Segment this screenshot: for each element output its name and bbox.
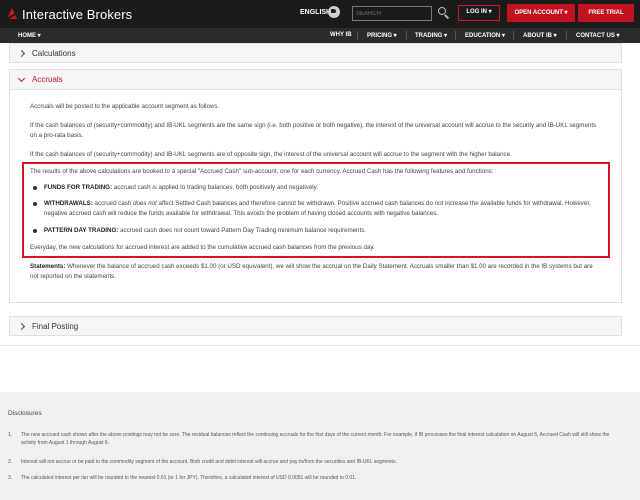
- nav-education[interactable]: EDUCATION ▾: [465, 32, 505, 39]
- section-divider: [0, 345, 640, 346]
- free-trial-button[interactable]: FREE TRIAL: [578, 4, 634, 22]
- accruals-intro: Accruals will be posted to the applicabl…: [30, 103, 220, 110]
- search-input[interactable]: [352, 6, 432, 21]
- feature-emphasis: not: [434, 200, 444, 207]
- feature-text: accrued cash: [118, 227, 159, 234]
- final-posting-title: Final Posting: [32, 322, 79, 331]
- disclosure-item: 1. The new accrued cash shown after the …: [8, 431, 623, 447]
- ib-logo[interactable]: Interactive Brokers: [6, 6, 132, 22]
- bullet-icon: [33, 202, 37, 206]
- accruals-title: Accruals: [32, 75, 63, 84]
- accrued-cash-intro: The results of the above calculations ar…: [30, 168, 494, 175]
- disclosure-text: The calculated interest per tier will be…: [21, 475, 357, 481]
- bullet-icon: [33, 229, 37, 233]
- nav-pricing[interactable]: PRICING ▾: [367, 32, 397, 39]
- login-button[interactable]: LOG IN ▾: [458, 5, 500, 21]
- feature-text: count toward Pattern Day Trading minimum…: [182, 227, 367, 234]
- logo-text: Interactive Brokers: [22, 6, 133, 22]
- nav-about-ib[interactable]: ABOUT IB ▾: [523, 32, 557, 39]
- accruals-statements: Statements: Whenever the balance of accr…: [30, 262, 600, 282]
- language-selector[interactable]: ENGLISH: [300, 9, 331, 16]
- nav-trading[interactable]: TRADING ▾: [415, 32, 447, 39]
- nav-separator: [513, 31, 514, 40]
- feature-text: affect Settled Cash balances and therefo…: [156, 200, 435, 207]
- feature-withdrawals: WITHDRAWALS: accrued cash does not affec…: [44, 199, 599, 219]
- calculations-section-header[interactable]: Calculations: [9, 43, 622, 63]
- feature-term: WITHDRAWALS:: [44, 200, 93, 207]
- nav-why-ib[interactable]: WHY IB: [330, 32, 352, 38]
- top-bar: Interactive Brokers ENGLISH LOG IN ▾ OPE…: [0, 0, 640, 28]
- feature-term: PATTERN DAY TRADING:: [44, 227, 119, 234]
- disclosure-text: Interest will not accrue or be paid to t…: [21, 459, 397, 465]
- disclosures-title: Disclosures: [8, 410, 42, 417]
- feature-text: accrued cash: [92, 200, 134, 207]
- login-caret: ▾: [488, 9, 492, 15]
- bullet-icon: [33, 186, 37, 190]
- feature-emphasis: does not: [133, 200, 157, 207]
- nav-separator: [406, 31, 407, 40]
- search-icon[interactable]: [437, 6, 450, 19]
- chevron-down-icon: [17, 74, 26, 85]
- accruals-opposite-sign: If the cash balances of (security+commod…: [30, 151, 512, 158]
- disclosure-text: The new accrued cash shown after the abo…: [21, 432, 610, 446]
- feature-funds-for-trading: FUNDS FOR TRADING: accrued cash is appli…: [44, 183, 599, 193]
- nav-contact-us[interactable]: CONTACT US ▾: [576, 32, 620, 39]
- accruals-everyday: Everyday, the new calculations for accru…: [30, 244, 375, 251]
- feature-text: accrued cash: [112, 184, 153, 191]
- disclosure-number: 2.: [8, 459, 13, 465]
- statements-text: Whenever the balance of accrued cash exc…: [30, 263, 593, 280]
- accruals-section-header[interactable]: Accruals: [9, 69, 622, 90]
- open-account-button[interactable]: OPEN ACCOUNT ▾: [507, 4, 575, 22]
- feature-pattern-day-trading: PATTERN DAY TRADING: accrued cash does n…: [44, 226, 599, 236]
- feature-term: FUNDS FOR TRADING:: [44, 184, 113, 191]
- nav-home[interactable]: HOME ▾: [18, 32, 41, 39]
- nav-separator: [455, 31, 456, 40]
- main-nav: HOME ▾ WHY IB PRICING ▾ TRADING ▾ EDUCAT…: [0, 28, 640, 43]
- login-label: LOG IN: [466, 9, 487, 15]
- final-posting-section-header[interactable]: Final Posting: [9, 316, 622, 336]
- globe-icon[interactable]: [328, 6, 340, 18]
- statements-term: Statements:: [30, 263, 66, 270]
- disclosures-section: Disclosures 1. The new accrued cash show…: [0, 392, 640, 500]
- ib-logo-icon: [6, 8, 18, 20]
- chevron-right-icon: [17, 49, 26, 58]
- disclosure-number: 1.: [8, 432, 13, 438]
- calculations-title: Calculations: [32, 49, 76, 58]
- nav-separator: [357, 31, 358, 40]
- accruals-same-sign: If the cash balances of (security+commod…: [30, 122, 597, 139]
- disclosure-number: 3.: [8, 475, 13, 481]
- chevron-right-icon: [17, 322, 26, 331]
- nav-separator: [566, 31, 567, 40]
- feature-text: applied to trading balances, both positi…: [156, 184, 319, 191]
- feature-emphasis: does not: [158, 227, 183, 234]
